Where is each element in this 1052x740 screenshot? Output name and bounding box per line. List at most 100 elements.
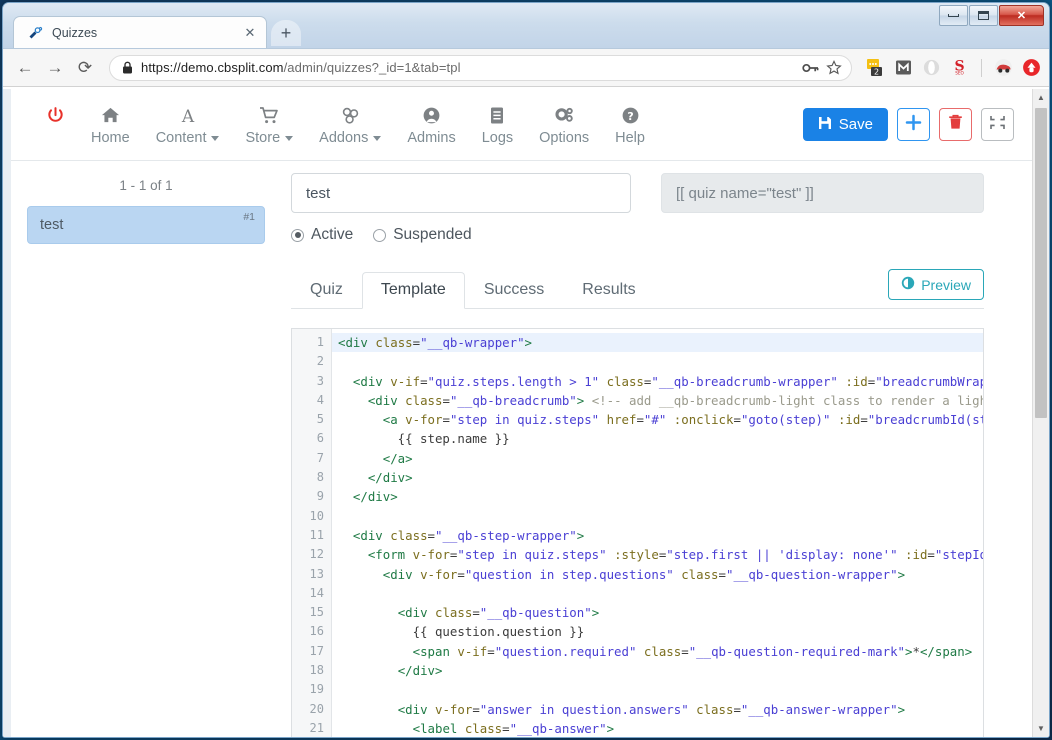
code-token	[338, 528, 353, 543]
mailbox-extension-icon[interactable]	[894, 58, 913, 77]
code-token: "breadcrumbWrapperId(qu	[875, 374, 983, 389]
code-line[interactable]: <a v-for="step in quiz.steps" href="#" :…	[332, 410, 983, 429]
address-bar[interactable]: https://demo.cbsplit.com/admin/quizzes?_…	[109, 55, 852, 81]
maximize-button[interactable]	[969, 5, 998, 26]
scroll-up-arrow[interactable]: ▲	[1033, 89, 1049, 106]
code-line[interactable]: <span v-if="question.required" class="__…	[332, 642, 983, 661]
code-token: =	[719, 567, 726, 582]
code-token: </div>	[353, 489, 398, 504]
back-button[interactable]: ←	[11, 54, 39, 82]
code-token: :style	[614, 547, 659, 562]
nav-addons[interactable]: Addons	[306, 103, 394, 146]
code-line[interactable]: <label class="__qb-answer">	[332, 719, 983, 737]
code-token: <div	[353, 528, 390, 543]
code-line[interactable]: </div>	[332, 468, 983, 487]
quiz-name-input[interactable]	[291, 173, 631, 213]
page-scrollbar[interactable]: ▲ ▼	[1032, 89, 1049, 737]
code-line[interactable]: <div class="__qb-step-wrapper">	[332, 526, 983, 545]
code-line[interactable]	[332, 584, 983, 603]
scroll-down-arrow[interactable]: ▼	[1033, 720, 1049, 737]
list-item[interactable]: test #1	[27, 206, 265, 244]
seo-extension-icon[interactable]: S SEO	[950, 58, 969, 77]
shortcode-display[interactable]: [[ quiz name="test" ]]	[661, 173, 984, 213]
orange-extension-icon[interactable]	[1022, 58, 1041, 77]
code-line[interactable]: <div class="__qb-wrapper">	[332, 333, 983, 352]
car-extension-icon[interactable]	[994, 58, 1013, 77]
code-line[interactable]: <div v-for="question in step.questions" …	[332, 565, 983, 584]
nav-logs[interactable]: Logs	[469, 103, 526, 146]
page-scrollbar-thumb[interactable]	[1035, 108, 1047, 418]
status-active-radio[interactable]: Active	[291, 226, 353, 244]
code-line[interactable]: <form v-for="step in quiz.steps" :style=…	[332, 545, 983, 564]
list-counter: 1 - 1 of 1	[27, 173, 265, 206]
close-window-button[interactable]: ✕	[999, 5, 1044, 26]
tab-results[interactable]: Results	[563, 272, 654, 309]
code-token: "__qb-answer"	[510, 721, 607, 736]
quiz-favicon-icon	[26, 24, 43, 41]
collapse-button[interactable]	[981, 108, 1014, 141]
code-token: <div	[338, 335, 375, 350]
nav-power[interactable]	[33, 103, 78, 130]
code-token: <div	[398, 605, 435, 620]
app-nav-items: Home A Content	[33, 103, 658, 146]
code-line[interactable]: </div>	[332, 661, 983, 680]
code-token: =	[636, 412, 643, 427]
nav-home[interactable]: Home	[78, 103, 143, 146]
desktop-background: ✕ Quizzes ✕ + ←	[0, 0, 1052, 740]
opera-extension-icon[interactable]	[922, 58, 941, 77]
code-token: =	[733, 412, 740, 427]
line-number: 11	[292, 526, 331, 545]
nav-store[interactable]: Store	[232, 103, 306, 146]
line-number: 5	[292, 410, 331, 429]
key-icon[interactable]	[799, 57, 821, 79]
reload-button[interactable]: ⟳	[71, 54, 99, 82]
user-circle-icon	[422, 103, 441, 127]
url-scheme: https://	[141, 60, 181, 75]
close-tab-icon[interactable]: ✕	[242, 25, 258, 41]
nav-options-label: Options	[539, 130, 589, 146]
code-line[interactable]: <div class="__qb-breadcrumb"> <!-- add _…	[332, 391, 983, 410]
code-token: =	[927, 547, 934, 562]
code-line[interactable]: {{ question.question }}	[332, 622, 983, 641]
minimize-button[interactable]	[939, 5, 968, 26]
code-token: v-for	[435, 702, 472, 717]
tab-success[interactable]: Success	[465, 272, 563, 309]
code-token	[599, 412, 606, 427]
forward-button[interactable]: →	[41, 54, 69, 82]
page-left-gutter	[3, 89, 11, 737]
code-line[interactable]: </div>	[332, 487, 983, 506]
code-pane[interactable]: <div class="__qb-wrapper"> <div v-if="qu…	[332, 329, 983, 737]
code-line[interactable]: <div v-if="quiz.steps.length > 1" class=…	[332, 372, 983, 391]
code-token: <span	[413, 644, 458, 659]
save-button[interactable]: Save	[803, 108, 888, 141]
status-suspended-label: Suspended	[393, 226, 471, 244]
nav-admins[interactable]: Admins	[394, 103, 468, 146]
url-text: https://demo.cbsplit.com/admin/quizzes?_…	[141, 60, 795, 75]
code-line[interactable]	[332, 507, 983, 526]
code-line[interactable]	[332, 352, 983, 371]
code-line[interactable]: <div v-for="answer in question.answers" …	[332, 700, 983, 719]
notes-extension-icon[interactable]: 2	[866, 58, 885, 77]
nav-store-text: Store	[245, 130, 280, 146]
status-suspended-radio[interactable]: Suspended	[373, 226, 471, 244]
nav-addons-text: Addons	[319, 130, 368, 146]
add-button[interactable]	[897, 108, 930, 141]
code-line[interactable]: <div class="__qb-question">	[332, 603, 983, 622]
code-editor[interactable]: 123456789101112131415161718192021 <div c…	[291, 328, 984, 737]
code-token	[607, 547, 614, 562]
code-line[interactable]: {{ step.name }}	[332, 429, 983, 448]
browser-tab[interactable]: Quizzes ✕	[13, 16, 267, 48]
code-token	[338, 489, 353, 504]
star-icon[interactable]	[823, 57, 845, 79]
nav-content[interactable]: A Content	[143, 103, 233, 146]
code-line[interactable]: </a>	[332, 449, 983, 468]
delete-button[interactable]	[939, 108, 972, 141]
code-line[interactable]	[332, 680, 983, 699]
preview-button[interactable]: Preview	[888, 269, 984, 300]
line-number: 3	[292, 372, 331, 391]
tab-template[interactable]: Template	[362, 272, 465, 309]
new-tab-button[interactable]: +	[271, 20, 301, 46]
tab-quiz[interactable]: Quiz	[291, 272, 362, 309]
nav-help[interactable]: ? Help	[602, 103, 658, 146]
nav-options[interactable]: Options	[526, 103, 602, 146]
